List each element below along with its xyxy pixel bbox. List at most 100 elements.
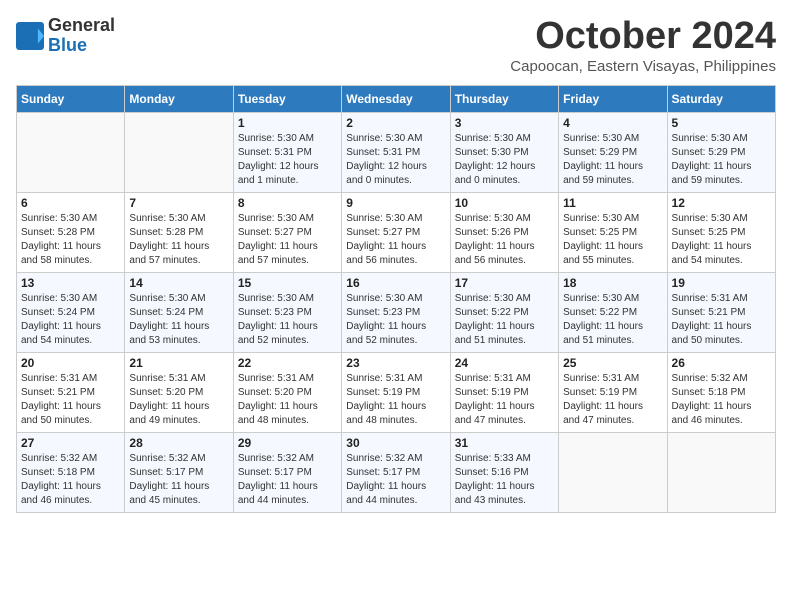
day-cell: 3 Sunrise: 5:30 AM Sunset: 5:30 PM Daylig… bbox=[450, 112, 558, 192]
day-cell: 31 Sunrise: 5:33 AM Sunset: 5:16 PM Dayli… bbox=[450, 432, 558, 512]
day-cell: 4 Sunrise: 5:30 AM Sunset: 5:29 PM Daylig… bbox=[559, 112, 667, 192]
day-info: Sunrise: 5:30 AM Sunset: 5:27 PM Dayligh… bbox=[346, 212, 445, 268]
header-row: SundayMondayTuesdayWednesdayThursdayFrid… bbox=[17, 85, 776, 112]
logo-line1: General bbox=[48, 16, 115, 36]
day-info: Sunrise: 5:30 AM Sunset: 5:28 PM Dayligh… bbox=[129, 212, 228, 268]
day-info: Sunrise: 5:30 AM Sunset: 5:22 PM Dayligh… bbox=[455, 292, 554, 348]
day-info: Sunrise: 5:32 AM Sunset: 5:18 PM Dayligh… bbox=[21, 452, 120, 508]
day-info: Sunrise: 5:30 AM Sunset: 5:25 PM Dayligh… bbox=[672, 212, 771, 268]
day-cell: 14 Sunrise: 5:30 AM Sunset: 5:24 PM Dayli… bbox=[125, 272, 233, 352]
day-cell: 22 Sunrise: 5:31 AM Sunset: 5:20 PM Dayli… bbox=[233, 352, 341, 432]
day-number: 31 bbox=[455, 436, 554, 450]
day-number: 25 bbox=[563, 356, 662, 370]
day-number: 12 bbox=[672, 196, 771, 210]
day-cell: 2Sunrise: 5:30 AM Sunset: 5:31 PM Daylig… bbox=[342, 112, 450, 192]
logo: General Blue bbox=[16, 16, 115, 56]
day-number: 6 bbox=[21, 196, 120, 210]
day-number: 4 bbox=[563, 116, 662, 130]
day-number: 5 bbox=[672, 116, 771, 130]
calendar-body: 1 Sunrise: 5:30 AM Sunset: 5:31 PM Daylig… bbox=[17, 112, 776, 512]
day-number: 2 bbox=[346, 116, 445, 130]
header-cell-sunday: Sunday bbox=[17, 85, 125, 112]
day-info: Sunrise: 5:30 AM Sunset: 5:29 PM Dayligh… bbox=[563, 132, 662, 188]
day-number: 24 bbox=[455, 356, 554, 370]
day-cell: 27 Sunrise: 5:32 AM Sunset: 5:18 PM Dayli… bbox=[17, 432, 125, 512]
header-cell-saturday: Saturday bbox=[667, 85, 775, 112]
day-info: Sunrise: 5:32 AM Sunset: 5:17 PM Dayligh… bbox=[238, 452, 337, 508]
day-cell: 8Sunrise: 5:30 AM Sunset: 5:27 PM Daylig… bbox=[233, 192, 341, 272]
day-info: Sunrise: 5:30 AM Sunset: 5:25 PM Dayligh… bbox=[563, 212, 662, 268]
week-row-5: 27 Sunrise: 5:32 AM Sunset: 5:18 PM Dayli… bbox=[17, 432, 776, 512]
day-cell: 19 Sunrise: 5:31 AM Sunset: 5:21 PM Dayli… bbox=[667, 272, 775, 352]
day-info: Sunrise: 5:30 AM Sunset: 5:24 PM Dayligh… bbox=[129, 292, 228, 348]
day-number: 14 bbox=[129, 276, 228, 290]
day-number: 3 bbox=[455, 116, 554, 130]
day-cell: 23Sunrise: 5:31 AM Sunset: 5:19 PM Dayli… bbox=[342, 352, 450, 432]
day-cell: 9 Sunrise: 5:30 AM Sunset: 5:27 PM Daylig… bbox=[342, 192, 450, 272]
day-number: 27 bbox=[21, 436, 120, 450]
day-number: 9 bbox=[346, 196, 445, 210]
header-cell-wednesday: Wednesday bbox=[342, 85, 450, 112]
header-cell-monday: Monday bbox=[125, 85, 233, 112]
day-cell bbox=[125, 112, 233, 192]
day-cell: 12 Sunrise: 5:30 AM Sunset: 5:25 PM Dayli… bbox=[667, 192, 775, 272]
day-info: Sunrise: 5:30 AM Sunset: 5:29 PM Dayligh… bbox=[672, 132, 771, 188]
logo-icon bbox=[16, 22, 44, 50]
day-number: 19 bbox=[672, 276, 771, 290]
header-cell-friday: Friday bbox=[559, 85, 667, 112]
page-header: General Blue October 2024 Capoocan, East… bbox=[16, 16, 776, 75]
day-info: Sunrise: 5:30 AM Sunset: 5:31 PM Dayligh… bbox=[238, 132, 337, 188]
week-row-2: 6 Sunrise: 5:30 AM Sunset: 5:28 PM Daylig… bbox=[17, 192, 776, 272]
day-cell: 26Sunrise: 5:32 AM Sunset: 5:18 PM Dayli… bbox=[667, 352, 775, 432]
day-number: 18 bbox=[563, 276, 662, 290]
day-info: Sunrise: 5:30 AM Sunset: 5:27 PM Dayligh… bbox=[238, 212, 337, 268]
day-number: 11 bbox=[563, 196, 662, 210]
day-cell: 21Sunrise: 5:31 AM Sunset: 5:20 PM Dayli… bbox=[125, 352, 233, 432]
day-cell: 16 Sunrise: 5:30 AM Sunset: 5:23 PM Dayli… bbox=[342, 272, 450, 352]
day-number: 30 bbox=[346, 436, 445, 450]
day-info: Sunrise: 5:31 AM Sunset: 5:20 PM Dayligh… bbox=[238, 372, 337, 428]
day-info: Sunrise: 5:33 AM Sunset: 5:16 PM Dayligh… bbox=[455, 452, 554, 508]
day-cell: 6Sunrise: 5:30 AM Sunset: 5:28 PM Daylig… bbox=[17, 192, 125, 272]
header-cell-tuesday: Tuesday bbox=[233, 85, 341, 112]
day-number: 22 bbox=[238, 356, 337, 370]
location-subtitle: Capoocan, Eastern Visayas, Philippines bbox=[510, 58, 776, 75]
day-info: Sunrise: 5:30 AM Sunset: 5:24 PM Dayligh… bbox=[21, 292, 120, 348]
day-info: Sunrise: 5:32 AM Sunset: 5:17 PM Dayligh… bbox=[129, 452, 228, 508]
day-number: 10 bbox=[455, 196, 554, 210]
day-info: Sunrise: 5:30 AM Sunset: 5:30 PM Dayligh… bbox=[455, 132, 554, 188]
day-cell: 28Sunrise: 5:32 AM Sunset: 5:17 PM Dayli… bbox=[125, 432, 233, 512]
day-cell: 30 Sunrise: 5:32 AM Sunset: 5:17 PM Dayli… bbox=[342, 432, 450, 512]
day-info: Sunrise: 5:30 AM Sunset: 5:23 PM Dayligh… bbox=[346, 292, 445, 348]
day-cell: 7Sunrise: 5:30 AM Sunset: 5:28 PM Daylig… bbox=[125, 192, 233, 272]
week-row-1: 1 Sunrise: 5:30 AM Sunset: 5:31 PM Daylig… bbox=[17, 112, 776, 192]
calendar-header: SundayMondayTuesdayWednesdayThursdayFrid… bbox=[17, 85, 776, 112]
day-number: 21 bbox=[129, 356, 228, 370]
day-number: 13 bbox=[21, 276, 120, 290]
day-info: Sunrise: 5:30 AM Sunset: 5:23 PM Dayligh… bbox=[238, 292, 337, 348]
day-cell: 11 Sunrise: 5:30 AM Sunset: 5:25 PM Dayli… bbox=[559, 192, 667, 272]
day-number: 23 bbox=[346, 356, 445, 370]
day-number: 17 bbox=[455, 276, 554, 290]
week-row-3: 13 Sunrise: 5:30 AM Sunset: 5:24 PM Dayli… bbox=[17, 272, 776, 352]
day-cell: 29Sunrise: 5:32 AM Sunset: 5:17 PM Dayli… bbox=[233, 432, 341, 512]
day-info: Sunrise: 5:30 AM Sunset: 5:22 PM Dayligh… bbox=[563, 292, 662, 348]
week-row-4: 20Sunrise: 5:31 AM Sunset: 5:21 PM Dayli… bbox=[17, 352, 776, 432]
day-cell: 13 Sunrise: 5:30 AM Sunset: 5:24 PM Dayli… bbox=[17, 272, 125, 352]
day-info: Sunrise: 5:31 AM Sunset: 5:19 PM Dayligh… bbox=[455, 372, 554, 428]
day-cell bbox=[559, 432, 667, 512]
day-cell: 10Sunrise: 5:30 AM Sunset: 5:26 PM Dayli… bbox=[450, 192, 558, 272]
title-block: October 2024 Capoocan, Eastern Visayas, … bbox=[510, 16, 776, 75]
day-cell: 20Sunrise: 5:31 AM Sunset: 5:21 PM Dayli… bbox=[17, 352, 125, 432]
day-info: Sunrise: 5:31 AM Sunset: 5:21 PM Dayligh… bbox=[21, 372, 120, 428]
day-info: Sunrise: 5:31 AM Sunset: 5:19 PM Dayligh… bbox=[563, 372, 662, 428]
day-cell: 25 Sunrise: 5:31 AM Sunset: 5:19 PM Dayli… bbox=[559, 352, 667, 432]
day-number: 1 bbox=[238, 116, 337, 130]
header-cell-thursday: Thursday bbox=[450, 85, 558, 112]
day-cell: 17 Sunrise: 5:30 AM Sunset: 5:22 PM Dayli… bbox=[450, 272, 558, 352]
logo-line2: Blue bbox=[48, 36, 115, 56]
day-info: Sunrise: 5:32 AM Sunset: 5:17 PM Dayligh… bbox=[346, 452, 445, 508]
day-info: Sunrise: 5:31 AM Sunset: 5:21 PM Dayligh… bbox=[672, 292, 771, 348]
month-title: October 2024 bbox=[510, 16, 776, 58]
day-number: 16 bbox=[346, 276, 445, 290]
